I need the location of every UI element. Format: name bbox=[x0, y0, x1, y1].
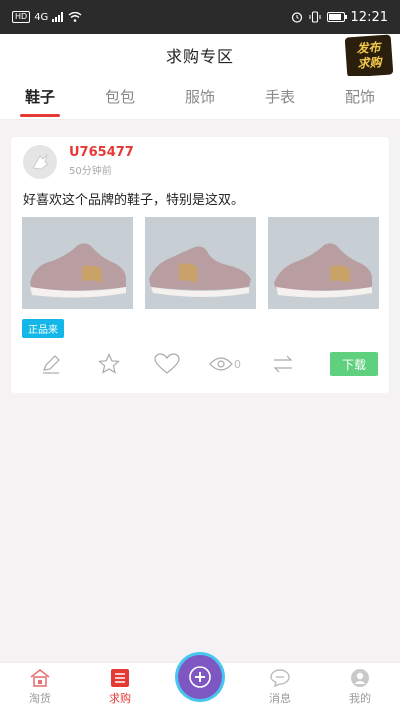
battery-icon bbox=[326, 12, 347, 22]
post-username[interactable]: U765477 bbox=[69, 145, 134, 160]
post-time: 50分钟前 bbox=[69, 166, 112, 177]
post-photos bbox=[22, 217, 379, 309]
nav-label-profile: 我的 bbox=[349, 692, 371, 705]
nav-label-taohuo: 淘货 bbox=[29, 692, 51, 705]
authentic-tag: 正品来 bbox=[22, 319, 64, 338]
tab-clothing[interactable]: 服饰 bbox=[160, 76, 240, 119]
tab-bags[interactable]: 包包 bbox=[80, 76, 160, 119]
status-time: 12:21 bbox=[350, 9, 388, 25]
publish-badge-line1: 发布 bbox=[355, 40, 381, 56]
list-icon bbox=[111, 669, 129, 687]
post-card[interactable]: U765477 50分钟前 好喜欢这个品牌的鞋子，特别是这双。 正品来 0 下载 bbox=[11, 137, 389, 393]
post-photo[interactable] bbox=[22, 217, 133, 309]
edit-action[interactable] bbox=[22, 353, 80, 375]
nav-label-messages: 消息 bbox=[269, 692, 291, 705]
eye-icon bbox=[209, 357, 233, 371]
post-actions: 0 下载 bbox=[22, 349, 378, 379]
publish-badge-line2: 求购 bbox=[357, 55, 382, 71]
message-icon bbox=[270, 669, 290, 687]
sneaker-image bbox=[22, 217, 133, 309]
vibrate-icon bbox=[309, 11, 321, 23]
post-photo[interactable] bbox=[268, 217, 379, 309]
tab-shoes[interactable]: 鞋子 bbox=[0, 76, 80, 119]
status-indicators: HD 4G bbox=[12, 11, 82, 23]
heart-icon bbox=[154, 353, 180, 374]
add-icon bbox=[189, 666, 211, 688]
like-action[interactable] bbox=[138, 353, 196, 375]
nav-item-messages[interactable]: 消息 bbox=[240, 663, 320, 710]
view-count: 0 bbox=[234, 357, 241, 371]
nav-item-taohuo[interactable]: 淘货 bbox=[0, 663, 80, 710]
sneaker-image bbox=[268, 217, 379, 309]
avatar[interactable] bbox=[23, 145, 57, 179]
star-icon bbox=[98, 353, 120, 374]
post-text: 好喜欢这个品牌的鞋子，特别是这双。 bbox=[23, 193, 245, 208]
user-avatar-icon bbox=[32, 153, 49, 170]
post-photo[interactable] bbox=[145, 217, 256, 309]
network-indicator: 4G bbox=[34, 11, 49, 23]
nav-item-qiugou[interactable]: 求购 bbox=[80, 663, 160, 710]
views-indicator: 0 bbox=[196, 356, 254, 372]
category-tabs: 鞋子 包包 服饰 手表 配饰 bbox=[0, 76, 400, 120]
app-header: 求购专区 发布 求购 bbox=[0, 34, 400, 78]
download-button[interactable]: 下载 bbox=[330, 352, 378, 376]
publish-request-button[interactable]: 发布 求购 bbox=[344, 34, 394, 78]
repost-icon bbox=[273, 355, 293, 373]
signal-icon bbox=[52, 12, 64, 22]
home-icon bbox=[30, 668, 50, 687]
alarm-icon bbox=[291, 12, 302, 23]
pencil-icon bbox=[43, 355, 60, 374]
nav-item-profile[interactable]: 我的 bbox=[320, 663, 400, 710]
tab-watches[interactable]: 手表 bbox=[240, 76, 320, 119]
favorite-action[interactable] bbox=[80, 352, 138, 376]
add-post-button[interactable] bbox=[178, 655, 222, 699]
user-icon bbox=[351, 669, 369, 687]
tab-accessories[interactable]: 配饰 bbox=[320, 76, 400, 119]
wifi-icon bbox=[68, 12, 82, 22]
nav-label-qiugou: 求购 bbox=[109, 692, 131, 705]
page-title: 求购专区 bbox=[165, 47, 234, 66]
hd-indicator: HD bbox=[12, 11, 31, 23]
share-action[interactable] bbox=[254, 353, 312, 375]
sneaker-image bbox=[145, 217, 256, 309]
status-bar: HD 4G 12:21 bbox=[0, 0, 400, 34]
